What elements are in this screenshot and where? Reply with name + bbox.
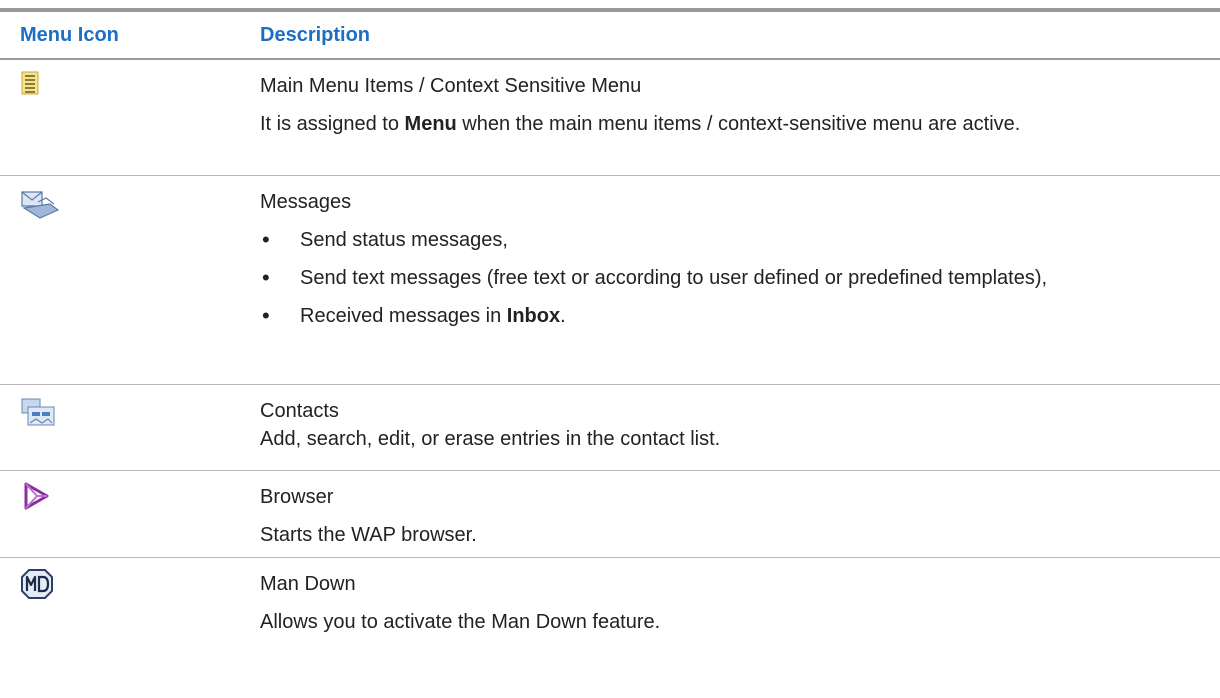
list-item: Received messages in Inbox. xyxy=(260,302,1200,330)
row-description: Allows you to activate the Man Down feat… xyxy=(260,611,661,633)
row-title: Contacts xyxy=(260,400,339,422)
main-menu-icon xyxy=(20,70,54,104)
text: Received messages in xyxy=(300,305,507,327)
browser-icon xyxy=(20,481,54,515)
row-title: Man Down xyxy=(260,573,356,595)
bold-term: Menu xyxy=(404,113,457,135)
row-description: Add, search, edit, or erase entries in t… xyxy=(260,428,721,450)
menu-icon-table: Menu Icon Description Main Menu Items / … xyxy=(0,8,1220,642)
table-row: Browser Starts the WAP browser. xyxy=(0,471,1220,558)
table-header: Menu Icon Description xyxy=(0,12,1220,60)
table-row: Contacts Add, search, edit, or erase ent… xyxy=(0,385,1220,471)
row-title: Main Menu Items / Context Sensitive Menu xyxy=(260,75,642,97)
table-row: Messages Send status messages, Send text… xyxy=(0,176,1220,385)
bold-term: Inbox xyxy=(506,305,561,327)
header-menu-icon: Menu Icon xyxy=(20,23,119,46)
bullet-list: Send status messages, Send text messages… xyxy=(260,226,1200,330)
text: It is assigned to xyxy=(260,113,405,135)
row-title: Browser xyxy=(260,486,334,508)
messages-icon xyxy=(20,186,60,220)
table-row: Man Down Allows you to activate the Man … xyxy=(0,558,1220,642)
list-item: Send status messages, xyxy=(260,226,1200,254)
list-item: Send text messages (free text or accordi… xyxy=(260,264,1200,292)
table-row: Main Menu Items / Context Sensitive Menu… xyxy=(0,60,1220,176)
text: . xyxy=(560,305,566,327)
man-down-icon xyxy=(20,568,54,602)
row-title: Messages xyxy=(260,191,352,213)
text: when the main menu items / context-sensi… xyxy=(456,113,1021,135)
row-description: Starts the WAP browser. xyxy=(260,524,477,546)
header-description: Description xyxy=(260,23,371,46)
contacts-icon xyxy=(20,395,55,429)
row-description: It is assigned to Menu when the main men… xyxy=(260,110,1200,138)
